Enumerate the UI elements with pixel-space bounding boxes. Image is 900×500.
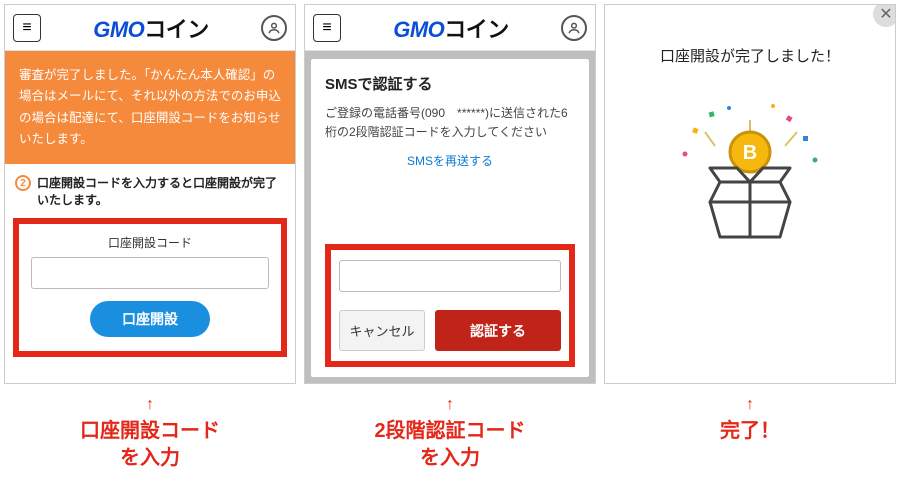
field-label: 口座開設コード xyxy=(31,234,269,251)
svg-text:B: B xyxy=(743,142,757,164)
account-code-input[interactable] xyxy=(31,257,269,289)
arrow-up-icon: ↑ xyxy=(304,396,596,414)
sms-code-input[interactable] xyxy=(339,260,561,292)
arrow-up-icon: ↑ xyxy=(4,396,296,414)
logo-coin: コイン xyxy=(144,12,209,44)
app-header: ≡ GMO コイン xyxy=(305,5,595,51)
panel-complete: ✕ 口座開設が完了しました！ xyxy=(604,4,896,384)
modal-title: SMSで認証する xyxy=(325,73,575,94)
menu-icon[interactable]: ≡ xyxy=(13,14,41,42)
highlight-box-code: 口座開設コード 口座開設 xyxy=(13,218,287,357)
arrow-up-icon: ↑ xyxy=(604,396,896,414)
caption-2: ↑ 2段階認証コード を入力 xyxy=(304,396,596,472)
logo-gmo: GMO xyxy=(393,17,444,43)
close-icon[interactable]: ✕ xyxy=(873,4,896,27)
sms-modal: SMSで認証する ご登録の電話番号(090 ******)に送信された6桁の2段… xyxy=(311,59,589,377)
caption-text-2: 2段階認証コード を入力 xyxy=(304,418,596,472)
caption-text-3: 完了！ xyxy=(604,418,896,445)
menu-icon[interactable]: ≡ xyxy=(313,14,341,42)
verify-button[interactable]: 認証する xyxy=(435,310,561,351)
panel-account-code: ≡ GMO コイン 審査が完了しました。「かんたん本人確認」の場合はメールにて、… xyxy=(4,4,296,384)
user-icon[interactable] xyxy=(561,15,587,41)
app-header: ≡ GMO コイン xyxy=(5,5,295,51)
logo: GMO コイン xyxy=(393,12,509,44)
modal-description: ご登録の電話番号(090 ******)に送信された6桁の2段階認証コードを入力… xyxy=(325,104,575,142)
user-icon[interactable] xyxy=(261,15,287,41)
step-number-badge: 2 xyxy=(15,175,31,191)
notice-banner: 審査が完了しました。「かんたん本人確認」の場合はメールにて、それ以外の方法でのお… xyxy=(5,51,295,164)
celebration-illustration: B xyxy=(675,102,825,252)
logo: GMO コイン xyxy=(93,12,209,44)
open-account-button[interactable]: 口座開設 xyxy=(90,301,210,337)
step-instruction: 2 口座開設コードを入力すると口座開設が完了いたします。 xyxy=(5,164,295,214)
caption-3: ↑ 完了！ xyxy=(604,396,896,472)
step-text: 口座開設コードを入力すると口座開設が完了いたします。 xyxy=(37,174,283,208)
complete-message: 口座開設が完了しました！ xyxy=(625,45,875,66)
logo-gmo: GMO xyxy=(93,17,144,43)
caption-text-1: 口座開設コード を入力 xyxy=(4,418,296,472)
resend-sms-link[interactable]: SMSを再送する xyxy=(325,152,575,169)
highlight-box-sms: キャンセル 認証する xyxy=(325,244,575,367)
caption-1: ↑ 口座開設コード を入力 xyxy=(4,396,296,472)
panel-sms-verify: ≡ GMO コイン SMSで認証する ご登録の電話番号(090 ******)に… xyxy=(304,4,596,384)
logo-coin: コイン xyxy=(444,12,509,44)
cancel-button[interactable]: キャンセル xyxy=(339,310,425,351)
